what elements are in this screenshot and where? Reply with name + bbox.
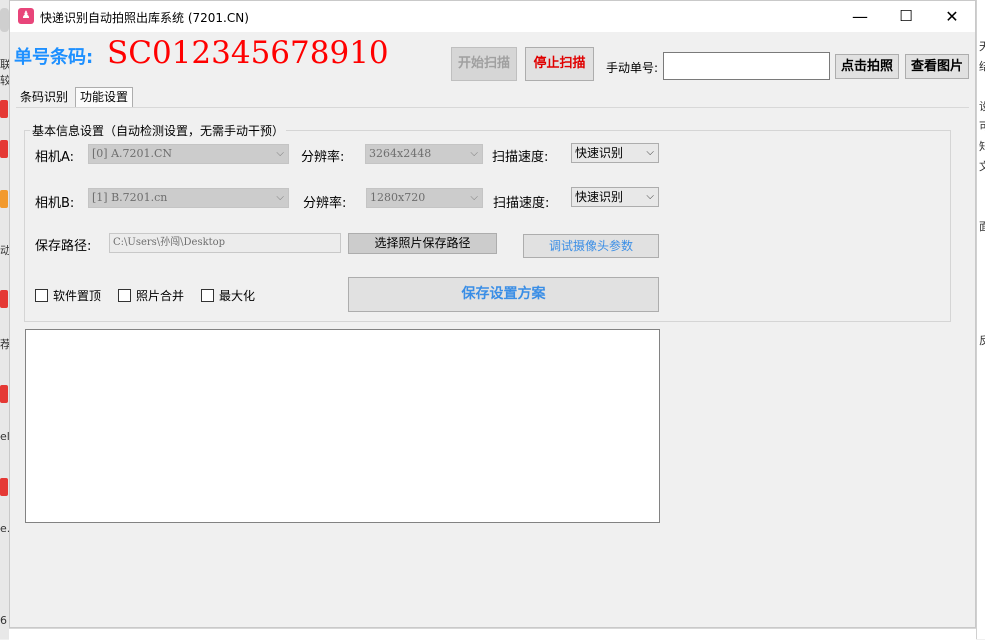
camera-b-value: [1] B.7201.cn bbox=[92, 191, 168, 204]
save-path-label: 保存路径: bbox=[35, 239, 92, 254]
close-button[interactable]: ✕ bbox=[929, 1, 975, 32]
option-always-on-top[interactable]: 软件置顶 bbox=[35, 287, 101, 304]
desktop-left-strip: 联 较 动 荐 el e. 6 bbox=[0, 0, 9, 639]
desktop-app-icon bbox=[0, 190, 8, 208]
desktop-app-icon bbox=[0, 140, 8, 158]
desktop-text: 联 bbox=[0, 58, 9, 71]
barcode-label: 单号条码: bbox=[14, 47, 94, 68]
desktop-icon bbox=[0, 8, 9, 32]
desktop-text: 文 bbox=[979, 158, 985, 174]
manual-number-label: 手动单号: bbox=[606, 61, 659, 75]
camera-a-resolution-value: 3264x2448 bbox=[369, 147, 432, 160]
camera-a-value: [0] A.7201.CN bbox=[92, 147, 173, 160]
checkbox[interactable] bbox=[35, 289, 48, 302]
camera-b-resolution-value: 1280x720 bbox=[370, 191, 426, 204]
app-window: ♟ 快递识别自动拍照出库系统 (7201.CN) — ☐ ✕ 单号条码: SC0… bbox=[9, 0, 976, 628]
app-icon: ♟ bbox=[18, 8, 34, 24]
checkbox[interactable] bbox=[118, 289, 131, 302]
desktop-text: e. bbox=[0, 522, 9, 535]
desktop-text: 结 bbox=[979, 58, 985, 74]
desktop-text: 6 bbox=[0, 614, 7, 627]
log-textbox[interactable] bbox=[25, 329, 660, 523]
camera-a-label: 相机A: bbox=[35, 150, 75, 165]
option-label: 软件置顶 bbox=[53, 289, 102, 303]
desktop-app-icon bbox=[0, 385, 8, 403]
camera-b-label: 相机B: bbox=[35, 196, 75, 211]
stop-scan-button[interactable]: 停止扫描 bbox=[525, 47, 594, 81]
group-title: 基本信息设置（自动检测设置，无需手动干预） bbox=[30, 122, 287, 139]
desktop-app-icon bbox=[0, 478, 8, 496]
desktop-text: 荐 bbox=[0, 338, 9, 351]
minimize-button[interactable]: — bbox=[837, 1, 883, 32]
desktop-text: 较 bbox=[0, 74, 9, 87]
tab-barcode-recognition[interactable]: 条码识别 bbox=[16, 87, 72, 107]
view-images-button[interactable]: 查看图片 bbox=[905, 54, 969, 79]
desktop-text: 面 bbox=[979, 218, 985, 234]
start-scan-button[interactable]: 开始扫描 bbox=[451, 47, 517, 81]
save-path-field[interactable]: C:\Users\孙闯\Desktop bbox=[109, 233, 341, 253]
camera-b-speed-value: 快速识别 bbox=[575, 190, 624, 204]
desktop-bottom-strip bbox=[9, 628, 976, 640]
save-settings-button[interactable]: 保存设置方案 bbox=[348, 277, 659, 312]
desktop-text: el bbox=[0, 430, 9, 443]
chevron-down-icon: ⌵ bbox=[470, 192, 478, 203]
choose-path-button[interactable]: 选择照片保存路径 bbox=[348, 233, 497, 254]
camera-a-speed-value: 快速识别 bbox=[575, 146, 624, 160]
barcode-value: SC012345678910 bbox=[107, 35, 389, 71]
chevron-down-icon: ⌵ bbox=[646, 191, 654, 202]
chevron-down-icon: ⌵ bbox=[276, 192, 284, 203]
capture-button[interactable]: 点击拍照 bbox=[835, 54, 899, 79]
camera-a-resolution-select[interactable]: 3264x2448 ⌵ bbox=[365, 144, 483, 164]
chevron-down-icon: ⌵ bbox=[470, 148, 478, 159]
camera-params-button[interactable]: 调试摄像头参数 bbox=[523, 234, 659, 258]
option-merge-photos[interactable]: 照片合并 bbox=[118, 287, 184, 304]
checkbox[interactable] bbox=[201, 289, 214, 302]
maximize-button[interactable]: ☐ bbox=[883, 1, 929, 32]
desktop-text: 反 bbox=[979, 332, 985, 348]
desktop-app-icon bbox=[0, 100, 8, 118]
desktop-text: 可 bbox=[979, 118, 985, 134]
camera-b-speed-label: 扫描速度: bbox=[493, 196, 550, 211]
desktop-text: 设 bbox=[979, 98, 985, 114]
tab-function-settings[interactable]: 功能设置 bbox=[75, 87, 134, 107]
desktop-text: 动 bbox=[0, 244, 9, 257]
chevron-down-icon: ⌵ bbox=[646, 147, 654, 158]
desktop-text: 天 bbox=[979, 38, 985, 54]
chevron-down-icon: ⌵ bbox=[276, 148, 284, 159]
camera-a-speed-select[interactable]: 快速识别 ⌵ bbox=[571, 143, 659, 163]
camera-b-resolution-select[interactable]: 1280x720 ⌵ bbox=[366, 188, 483, 208]
desktop-app-icon bbox=[0, 290, 8, 308]
option-label: 最大化 bbox=[219, 289, 256, 303]
camera-a-select[interactable]: [0] A.7201.CN ⌵ bbox=[88, 144, 289, 164]
window-title: 快递识别自动拍照出库系统 (7201.CN) bbox=[40, 11, 249, 25]
camera-b-speed-select[interactable]: 快速识别 ⌵ bbox=[571, 187, 659, 207]
title-bar: ♟ 快递识别自动拍照出库系统 (7201.CN) — ☐ ✕ bbox=[10, 1, 975, 32]
manual-number-input[interactable] bbox=[663, 52, 830, 80]
option-label: 照片合并 bbox=[136, 289, 185, 303]
camera-b-resolution-label: 分辨率: bbox=[303, 196, 347, 211]
desktop-text: 知 bbox=[979, 138, 985, 154]
camera-b-select[interactable]: [1] B.7201.cn ⌵ bbox=[88, 188, 289, 208]
option-maximize[interactable]: 最大化 bbox=[201, 287, 255, 304]
camera-a-speed-label: 扫描速度: bbox=[492, 150, 549, 165]
camera-a-resolution-label: 分辨率: bbox=[301, 150, 345, 165]
desktop-right-strip: 天 结 设 可 知 文 面 反 bbox=[976, 0, 985, 639]
